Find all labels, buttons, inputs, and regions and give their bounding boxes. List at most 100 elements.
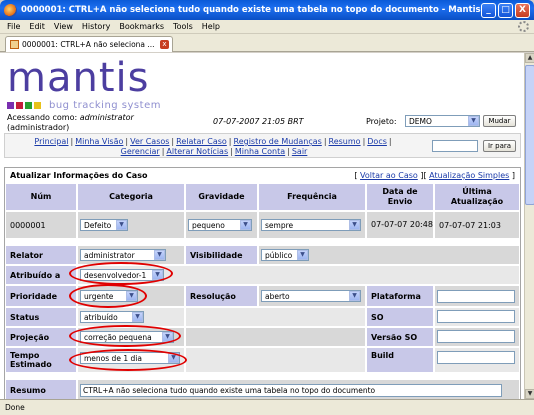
label-os: SO xyxy=(367,308,433,326)
label-resolution: Resolução xyxy=(186,286,257,306)
menu-history[interactable]: History xyxy=(82,22,110,31)
tab-current[interactable]: 0000001: CTRL+A não seleciona ... x xyxy=(5,36,173,52)
nav-report-issue[interactable]: Relatar Caso xyxy=(176,137,227,146)
vertical-scrollbar[interactable]: ▲ ▼ xyxy=(524,53,534,399)
category-cell: Defeito ▼ xyxy=(78,212,184,238)
nav-edit-news[interactable]: Alterar Notícias xyxy=(166,147,228,156)
visibility-select[interactable]: público ▼ xyxy=(261,249,309,261)
logo-word: mantis xyxy=(7,55,150,101)
category-select[interactable]: Defeito ▼ xyxy=(80,219,128,231)
scroll-down-icon[interactable]: ▼ xyxy=(525,389,534,399)
favicon-icon xyxy=(10,40,19,49)
window-title-bar[interactable]: 0000001: CTRL+A não seleciona tudo quand… xyxy=(0,0,534,20)
nav-links: Principal | Minha Visão | Ver Casos | Relatar … xyxy=(34,137,392,156)
col-header-id: Núm xyxy=(6,184,76,210)
label-platform: Plataforma xyxy=(367,286,433,306)
nav-changelog[interactable]: Registro de Mudanças xyxy=(234,137,322,146)
logo-square xyxy=(16,102,23,109)
label-eta: Tempo Estimado xyxy=(6,348,76,372)
minimize-button[interactable]: _ xyxy=(481,2,496,18)
menu-edit[interactable]: Edit xyxy=(29,22,45,31)
menu-bar: File Edit View History Bookmarks Tools H… xyxy=(0,20,534,34)
projection-spacer xyxy=(186,328,365,346)
summary-input[interactable] xyxy=(80,384,502,397)
change-project-button[interactable]: Mudar xyxy=(483,115,516,127)
activity-throbber-icon xyxy=(518,21,529,32)
status-select[interactable]: atribuído ▼ xyxy=(80,311,144,323)
highlight-priority xyxy=(69,284,147,308)
login-info: Acessando como: administrator (administr… xyxy=(7,113,134,133)
project-value: DEMO xyxy=(409,116,432,126)
goto-issue-input[interactable] xyxy=(432,140,478,152)
nav-view-issues[interactable]: Ver Casos xyxy=(130,137,169,146)
menu-bookmarks[interactable]: Bookmarks xyxy=(119,22,164,31)
label-reporter: Relator xyxy=(6,246,76,264)
col-header-category: Categoria xyxy=(78,184,184,210)
col-header-severity: Gravidade xyxy=(186,184,257,210)
current-datetime: 07-07-2007 21:05 BRT xyxy=(213,117,304,126)
chevron-down-icon: ▼ xyxy=(297,250,308,260)
status-value: atribuído xyxy=(84,312,118,322)
status-bar: Done xyxy=(0,399,534,415)
row-spacer xyxy=(6,373,519,379)
os-cell xyxy=(435,308,519,326)
nav-manage[interactable]: Gerenciar xyxy=(121,147,160,156)
severity-value: pequeno xyxy=(192,220,225,230)
platform-input[interactable] xyxy=(437,290,515,303)
close-button[interactable]: X xyxy=(515,2,530,18)
severity-select[interactable]: pequeno ▼ xyxy=(188,219,252,231)
resolution-cell: aberto ▼ xyxy=(259,286,365,306)
simple-update-link[interactable]: Atualização Simples xyxy=(429,171,509,180)
chevron-down-icon: ▼ xyxy=(116,220,127,230)
back-to-issue-link[interactable]: Voltar ao Caso xyxy=(360,171,418,180)
main-nav: Principal | Minha Visão | Ver Casos | Relatar … xyxy=(4,133,521,158)
build-input[interactable] xyxy=(437,351,515,364)
scroll-up-icon[interactable]: ▲ xyxy=(525,53,534,63)
severity-cell: pequeno ▼ xyxy=(186,212,257,238)
status-cell: atribuído ▼ xyxy=(78,308,184,326)
logged-as-label: Acessando como: xyxy=(7,113,78,122)
submitted-date: 07-07-07 20:48 xyxy=(367,212,433,238)
chevron-down-icon: ▼ xyxy=(349,291,360,301)
os-input[interactable] xyxy=(437,310,515,323)
col-header-updated: Última Atualização xyxy=(435,184,519,210)
reporter-select[interactable]: administrator ▼ xyxy=(80,249,166,261)
resolution-select[interactable]: aberto ▼ xyxy=(261,290,361,302)
tab-close-icon[interactable]: x xyxy=(160,40,169,49)
nav-summary[interactable]: Resumo xyxy=(329,137,361,146)
highlight-assigned xyxy=(69,262,173,285)
nav-my-account[interactable]: Minha Conta xyxy=(235,147,285,156)
frequency-value: sempre xyxy=(265,220,294,230)
nav-principal[interactable]: Principal xyxy=(34,137,68,146)
logo-squares xyxy=(7,102,43,109)
menu-help[interactable]: Help xyxy=(202,22,220,31)
maximize-button[interactable]: □ xyxy=(498,2,513,18)
highlight-eta xyxy=(69,349,187,371)
goto-button[interactable]: Ir para xyxy=(483,140,516,152)
eta-spacer xyxy=(186,348,365,372)
menu-view[interactable]: View xyxy=(54,22,73,31)
project-label: Projeto: xyxy=(366,117,397,126)
form-links: [ Voltar ao Caso ][ Atualização Simples … xyxy=(354,171,515,180)
resolution-value: aberto xyxy=(265,291,290,301)
label-projection: Projeção xyxy=(6,328,76,346)
os-version-cell xyxy=(435,328,519,346)
label-os-version: Versão SO xyxy=(367,328,433,346)
os-version-input[interactable] xyxy=(437,330,515,343)
summary-cell xyxy=(78,380,519,399)
project-select[interactable]: DEMO ▼ xyxy=(405,115,480,127)
frequency-select[interactable]: sempre ▼ xyxy=(261,219,361,231)
chevron-down-icon: ▼ xyxy=(240,220,251,230)
label-priority: Prioridade xyxy=(6,286,76,306)
nav-docs[interactable]: Docs xyxy=(367,137,387,146)
nav-my-view[interactable]: Minha Visão xyxy=(75,137,123,146)
menu-file[interactable]: File xyxy=(7,22,20,31)
menu-tools[interactable]: Tools xyxy=(173,22,193,31)
build-cell xyxy=(435,348,519,372)
nav-logout[interactable]: Sair xyxy=(292,147,308,156)
logo-square xyxy=(34,102,41,109)
logo-square xyxy=(25,102,32,109)
scroll-thumb[interactable] xyxy=(525,65,534,205)
platform-cell xyxy=(435,286,519,306)
category-value: Defeito xyxy=(84,220,112,230)
